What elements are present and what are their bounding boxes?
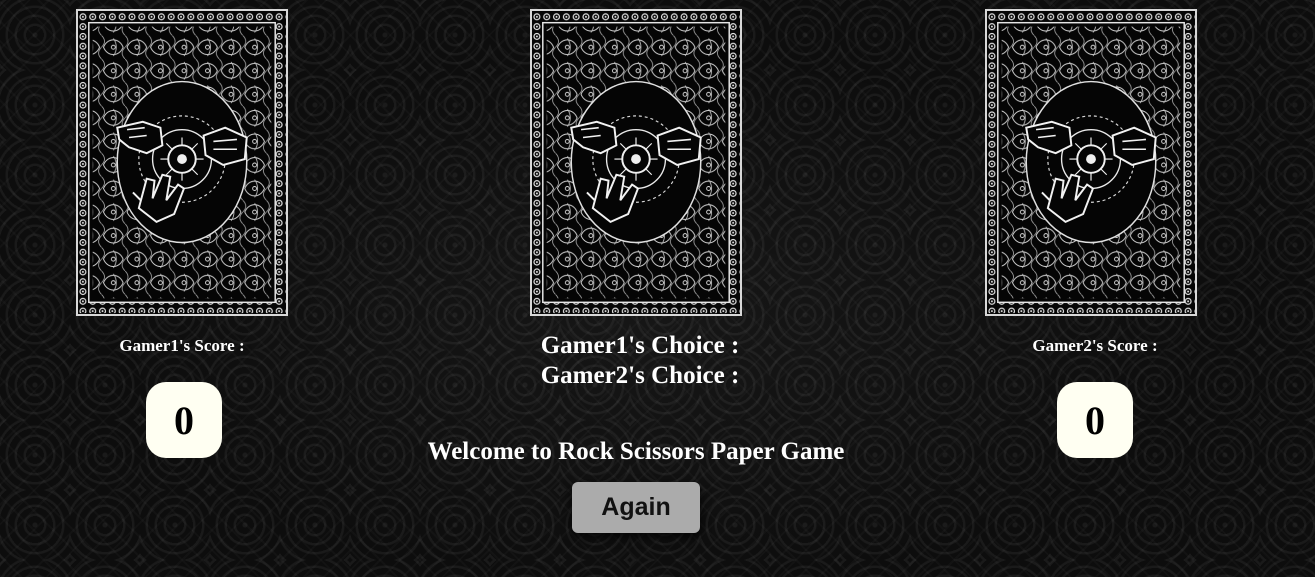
card-back-icon	[987, 11, 1195, 314]
gamer1-score-value: 0	[146, 382, 222, 458]
gamer1-choice-label: Gamer1's Choice :	[540, 332, 740, 359]
gamer2-score-value: 0	[1057, 382, 1133, 458]
again-button[interactable]: Again	[572, 482, 700, 533]
welcome-message: Welcome to Rock Scissors Paper Game	[427, 438, 845, 465]
card-back-icon	[78, 11, 286, 314]
card-back-center	[530, 9, 742, 316]
gamer2-score-label: Gamer2's Score :	[1032, 336, 1158, 355]
gamer2-choice-label: Gamer2's Choice :	[540, 362, 740, 389]
gamer1-score-label: Gamer1's Score :	[119, 336, 245, 355]
card-back-icon	[532, 11, 740, 314]
card-back-left	[76, 9, 288, 316]
card-back-right	[985, 9, 1197, 316]
